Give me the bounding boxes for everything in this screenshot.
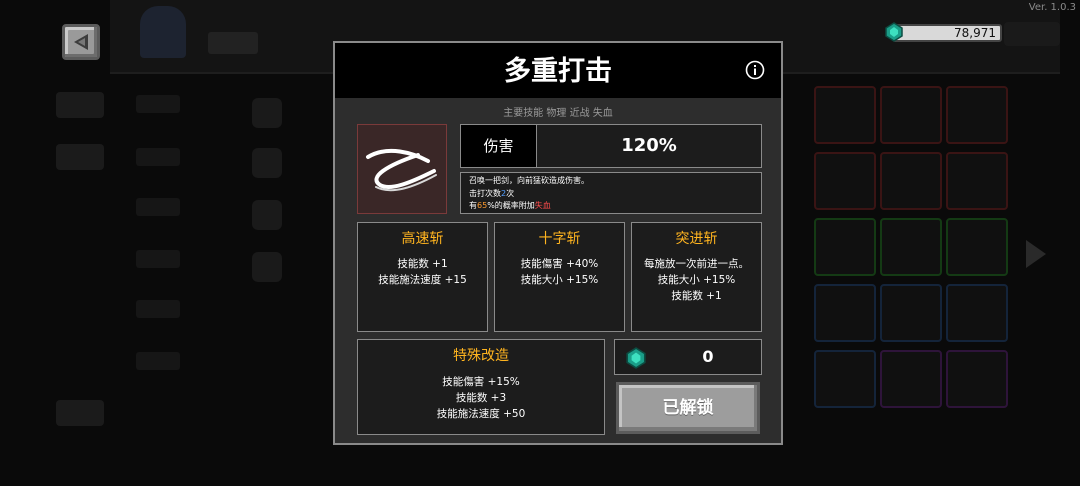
upgrade-card-cross-slash[interactable]: 十字斩 技能傷害 +40% 技能大小 +15% — [494, 222, 625, 332]
top-right-panel — [1004, 22, 1060, 46]
next-page-arrow-icon — [1026, 240, 1046, 268]
unlocked-button[interactable]: 已解锁 — [616, 382, 760, 434]
back-button[interactable] — [62, 24, 100, 60]
upgrade-title: 十字斩 — [538, 231, 581, 247]
upgrade-effect: 技能大小 +15% — [520, 274, 599, 286]
skill-icon — [357, 124, 447, 214]
upgrade-effect: 技能数 +1 — [671, 290, 722, 302]
category-tab — [56, 144, 104, 170]
weapon-icon — [252, 98, 282, 128]
skill-slot — [814, 152, 876, 210]
skill-slot — [814, 86, 876, 144]
special-upgrade-title: 特殊改造 — [453, 348, 509, 364]
unlock-cost: 0 — [614, 339, 762, 375]
version-label: Ver. 1.0.3 — [1028, 2, 1076, 13]
upgrade-title: 高速斩 — [401, 231, 444, 247]
upgrade-title: 突进斩 — [675, 231, 718, 247]
weapon-icon — [252, 200, 282, 230]
damage-label: 伤害 — [461, 125, 537, 167]
upgrade-effect: 技能傷害 +40% — [520, 258, 599, 270]
skill-description: 召唤一把剑，向前猛砍造成伤害。 击打次数2次 有65%的概率附加失血 — [460, 172, 762, 214]
special-upgrade-card[interactable]: 特殊改造 技能傷害 +15% 技能数 +3 技能施法速度 +50 — [357, 339, 605, 435]
cost-value: 0 — [702, 347, 714, 366]
damage-value: 120% — [621, 135, 677, 156]
skill-slot — [946, 86, 1008, 144]
skill-slot — [814, 350, 876, 408]
subcategory-item — [136, 148, 180, 166]
sword-slash-icon — [366, 148, 437, 192]
upgrade-effect: 技能数 +1 — [397, 258, 448, 270]
subcategory-item — [136, 250, 180, 268]
damage-stat: 伤害 120% — [460, 124, 762, 168]
description-line: 有65%的概率附加失血 — [469, 201, 551, 210]
skill-slot — [880, 218, 942, 276]
subcategory-item — [136, 300, 180, 318]
upgrade-effect: 技能数 +3 — [455, 392, 507, 404]
skill-slot — [880, 284, 942, 342]
subcategory-item — [136, 352, 180, 370]
top-bar-title — [208, 32, 258, 54]
character-avatar — [140, 6, 186, 58]
gem-icon — [885, 22, 903, 42]
upgrade-effect: 每施放一次前进一点。 — [644, 258, 749, 270]
skill-slot — [880, 152, 942, 210]
upgrade-effect: 技能施法速度 +50 — [436, 408, 526, 420]
upgrade-effect: 技能大小 +15% — [657, 274, 736, 286]
category-tab — [56, 400, 104, 426]
skill-title: 多重打击 — [504, 56, 612, 87]
weapon-icon — [252, 252, 282, 282]
currency-display: 78,971 — [885, 22, 1002, 42]
info-icon[interactable] — [745, 60, 765, 80]
skill-slot — [946, 284, 1008, 342]
dialog-header: 多重打击 — [335, 43, 781, 98]
category-tab — [56, 92, 104, 118]
description-line: 召唤一把剑，向前猛砍造成伤害。 — [469, 176, 589, 185]
upgrade-card-high-speed-slash[interactable]: 高速斩 技能数 +1 技能施法速度 +15 — [357, 222, 488, 332]
subcategory-item — [136, 198, 180, 216]
skill-slot — [814, 284, 876, 342]
skill-slot — [946, 218, 1008, 276]
skill-tags: 主要技能 物理 近战 失血 — [503, 108, 613, 119]
upgrade-card-dash-slash[interactable]: 突进斩 每施放一次前进一点。 技能大小 +15% 技能数 +1 — [631, 222, 762, 332]
upgrade-effect: 技能傷害 +15% — [442, 376, 520, 388]
skill-slot — [880, 86, 942, 144]
skill-slot — [946, 152, 1008, 210]
upgrade-effect: 技能施法速度 +15 — [378, 274, 467, 286]
skill-slot — [814, 218, 876, 276]
skill-slot — [880, 350, 942, 408]
arrow-left-icon — [74, 34, 88, 50]
gem-icon — [626, 347, 646, 369]
skill-detail-dialog: 多重打击 主要技能 物理 近战 失血 伤害 120% 召唤一把剑，向前猛砍造成伤… — [333, 41, 783, 445]
weapon-icon — [252, 148, 282, 178]
subcategory-item — [136, 95, 180, 113]
currency-amount: 78,971 — [954, 26, 996, 40]
description-line: 击打次数2次 — [469, 188, 515, 198]
skill-slot — [946, 350, 1008, 408]
